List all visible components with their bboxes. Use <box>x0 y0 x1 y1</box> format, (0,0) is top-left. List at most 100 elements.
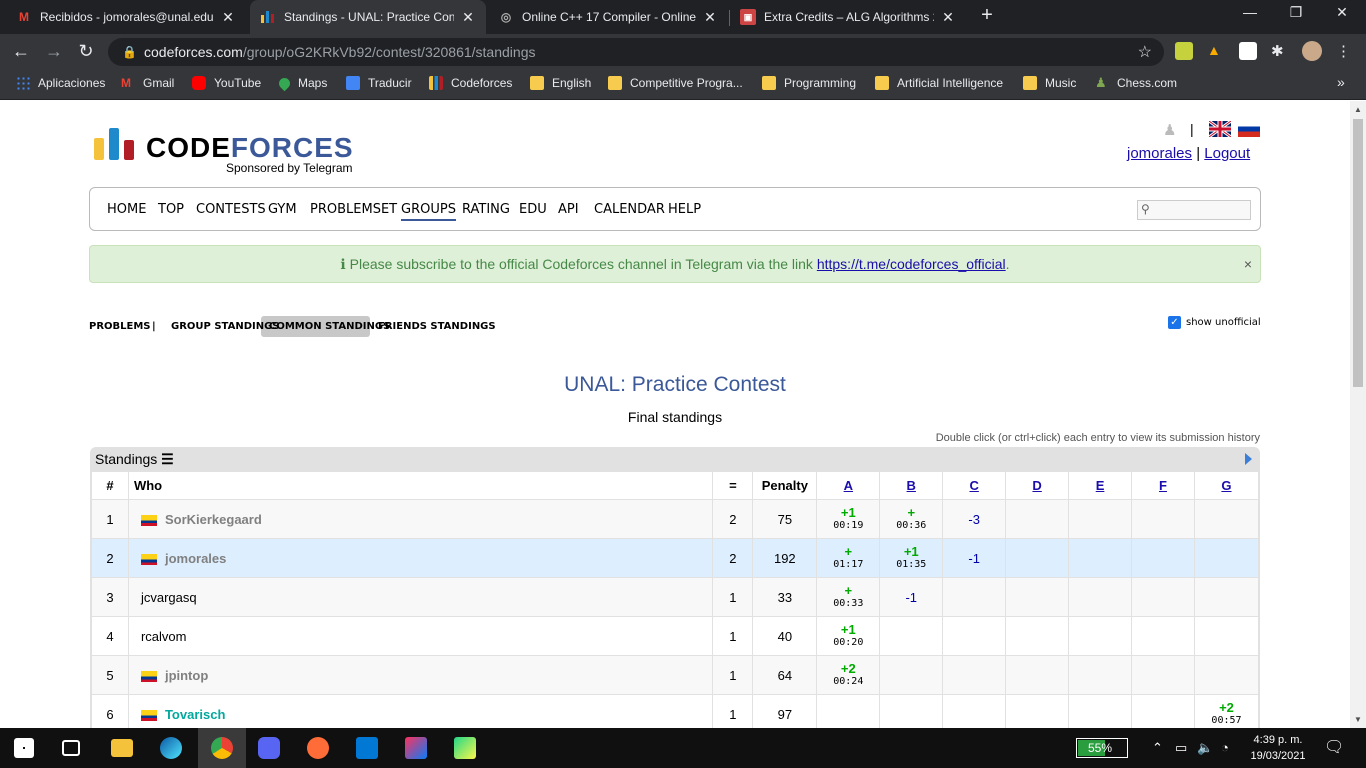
expand-arrow-icon[interactable] <box>1245 453 1252 465</box>
problem-c-header[interactable]: C <box>942 471 1007 500</box>
problem-cell[interactable] <box>1131 694 1195 728</box>
problem-cell[interactable] <box>1005 499 1070 539</box>
extension-icon[interactable] <box>1175 42 1193 60</box>
battery-indicator[interactable]: 55% <box>1076 738 1128 758</box>
close-tab-icon[interactable]: ✕ <box>940 9 956 26</box>
problem-cell[interactable]: +00:33 <box>816 577 881 617</box>
username-link[interactable]: jomorales <box>1127 145 1192 162</box>
table-row[interactable]: 1 SorKierkegaard 2 75 +1 00:19 +00:36 -3 <box>91 499 1260 539</box>
table-row[interactable]: 6 Tovarisch 1 97 +2 00:57 <box>91 694 1260 728</box>
problem-cell[interactable]: +00:36 <box>879 499 944 539</box>
problem-cell[interactable]: +01:17 <box>816 538 881 578</box>
english-flag-icon[interactable] <box>1209 121 1231 137</box>
close-tab-icon[interactable]: ✕ <box>220 9 236 26</box>
problem-cell[interactable]: +1 00:20 <box>816 616 881 656</box>
problem-cell[interactable] <box>1005 655 1070 695</box>
bookmark-maps[interactable]: Maps <box>276 75 327 91</box>
page-scrollbar[interactable]: ▲ ▼ <box>1350 101 1366 728</box>
menu-groups[interactable]: GROUPS <box>401 202 456 221</box>
maximize-icon[interactable]: ❐ <box>1286 4 1306 21</box>
problem-g-header[interactable]: G <box>1193 471 1260 500</box>
table-row[interactable]: 2 jomorales 2 192 +01:17 +1 01:35 -1 <box>91 538 1260 578</box>
battery-icon[interactable]: ▭ <box>1175 740 1187 756</box>
system-clock[interactable]: 4:39 p. m. 19/03/2021 <box>1247 732 1309 764</box>
file-explorer-icon[interactable] <box>111 739 133 757</box>
problem-cell[interactable]: -1 <box>879 577 944 617</box>
problem-cell[interactable] <box>1068 499 1133 539</box>
bookmark-gmail[interactable]: M Gmail <box>121 76 174 90</box>
problem-cell[interactable] <box>1131 655 1195 695</box>
forward-icon[interactable]: → <box>43 41 65 62</box>
problem-cell[interactable]: +2 00:57 <box>1193 694 1260 728</box>
problem-cell[interactable] <box>1193 655 1260 695</box>
menu-contests[interactable]: CONTESTS <box>196 202 266 217</box>
menu-rating[interactable]: RATING <box>462 202 510 217</box>
problem-cell[interactable] <box>1193 538 1260 578</box>
problem-cell[interactable] <box>942 577 1007 617</box>
menu-problemset[interactable]: PROBLEMSET <box>310 202 397 217</box>
participant-link[interactable]: jcvargasq <box>141 590 197 605</box>
tab-standings[interactable]: Standings - UNAL: Practice Conte ✕ <box>250 0 486 34</box>
problem-cell[interactable] <box>879 655 944 695</box>
problem-cell[interactable] <box>1131 499 1195 539</box>
discord-icon[interactable] <box>258 737 280 759</box>
problem-cell[interactable] <box>1005 538 1070 578</box>
problem-cell[interactable]: +2 00:24 <box>816 655 881 695</box>
menu-home[interactable]: HOME <box>107 202 146 217</box>
problem-cell[interactable] <box>1005 694 1070 728</box>
tab-extra-credits[interactable]: ▣ Extra Credits – ALG Algorithms 20 ✕ <box>730 0 966 34</box>
bookmark-star-icon[interactable]: ☆ <box>1138 42 1152 62</box>
volume-icon[interactable]: 🔈 <box>1197 740 1213 756</box>
chrome-icon[interactable] <box>211 737 233 759</box>
problem-cell[interactable] <box>1131 616 1195 656</box>
windows-start-icon[interactable] <box>14 738 34 758</box>
bookmark-artificial-intelligence[interactable]: Artificial Intelligence <box>875 76 1003 90</box>
alert-extension-icon[interactable]: ▲ <box>1207 42 1225 60</box>
bookmark-english[interactable]: English <box>530 76 591 90</box>
menu-calendar[interactable]: CALENDAR <box>594 202 665 217</box>
address-bar[interactable]: 🔒 codeforces.com/group/oG2KRkVb92/contes… <box>108 38 1164 66</box>
show-unofficial-checkbox[interactable]: ✓ <box>1168 316 1181 329</box>
contest-title[interactable]: UNAL: Practice Contest <box>0 373 1350 397</box>
bookmark-music[interactable]: Music <box>1023 76 1076 90</box>
participant-link[interactable]: Tovarisch <box>165 707 225 722</box>
flag-extension-icon[interactable] <box>1239 42 1257 60</box>
tab-compiler[interactable]: ◎ Online C++ 17 Compiler - Online ✕ <box>488 0 728 34</box>
intellij-icon[interactable] <box>405 737 427 759</box>
table-row[interactable]: 3 jcvargasq 1 33 +00:33 -1 <box>91 577 1260 617</box>
tab-friends-standings[interactable]: FRIENDS STANDINGS <box>378 321 496 332</box>
minimize-icon[interactable]: — <box>1240 4 1260 20</box>
bell-icon[interactable]: ♟ <box>1163 121 1176 139</box>
close-tab-icon[interactable]: ✕ <box>460 9 476 26</box>
problem-cell[interactable]: -3 <box>942 499 1007 539</box>
new-tab-button[interactable]: + <box>978 4 996 30</box>
table-row[interactable]: 4 rcalvom 1 40 +1 00:20 <box>91 616 1260 656</box>
bookmark-programming[interactable]: Programming <box>762 76 856 90</box>
problem-cell[interactable]: +1 01:35 <box>879 538 944 578</box>
bookmark-aplicaciones[interactable]: Aplicaciones <box>16 76 105 90</box>
problem-cell[interactable] <box>816 694 881 728</box>
menu-help[interactable]: HELP <box>668 202 701 217</box>
participant-link[interactable]: jomorales <box>165 551 226 566</box>
participant-link[interactable]: SorKierkegaard <box>165 512 262 527</box>
problem-cell[interactable] <box>1005 577 1070 617</box>
menu-gym[interactable]: GYM <box>268 202 297 217</box>
problem-e-header[interactable]: E <box>1068 471 1133 500</box>
vscode-icon[interactable] <box>356 737 378 759</box>
notifications-icon[interactable]: 🗨 <box>1324 737 1344 757</box>
problem-cell[interactable]: -1 <box>942 538 1007 578</box>
search-input[interactable]: ⚲ <box>1137 200 1251 220</box>
profile-avatar[interactable] <box>1302 41 1322 61</box>
logout-link[interactable]: Logout <box>1204 145 1250 162</box>
menu-top[interactable]: TOP <box>158 202 184 217</box>
puzzle-icon[interactable]: ✱ <box>1271 42 1289 60</box>
problem-cell[interactable] <box>1131 577 1195 617</box>
telegram-link[interactable]: https://t.me/codeforces_official <box>817 256 1006 272</box>
alert-close-icon[interactable]: × <box>1244 246 1252 282</box>
problem-cell[interactable] <box>879 694 944 728</box>
problem-cell[interactable] <box>1193 577 1260 617</box>
task-view-icon[interactable] <box>62 740 80 756</box>
close-tab-icon[interactable]: ✕ <box>702 9 718 26</box>
problem-cell[interactable] <box>942 655 1007 695</box>
more-bookmarks-icon[interactable]: » <box>1337 74 1345 90</box>
